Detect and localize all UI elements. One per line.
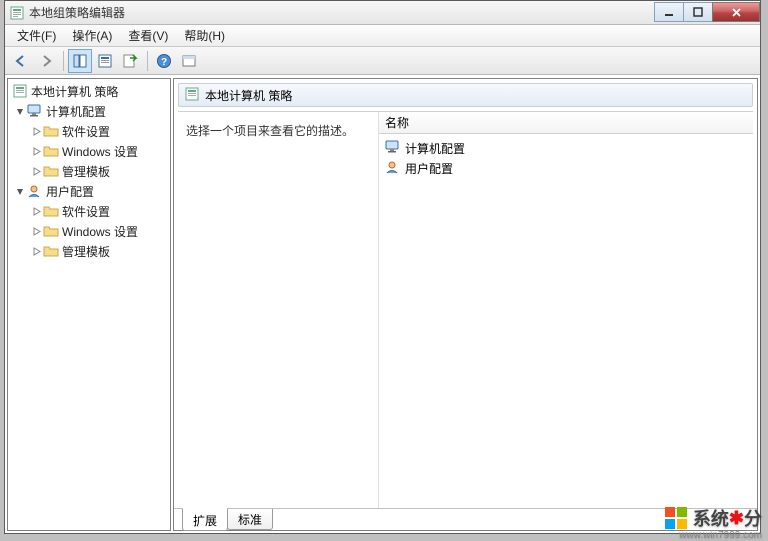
- export-button[interactable]: [118, 49, 142, 73]
- folder-icon: [43, 123, 59, 139]
- folder-icon: [43, 163, 59, 179]
- tree-label: 管理模板: [62, 243, 110, 260]
- user-icon: [385, 160, 401, 177]
- tree-user-config[interactable]: 用户配置: [8, 181, 170, 201]
- close-icon: [731, 7, 742, 18]
- toolbar: ?: [5, 47, 760, 75]
- back-arrow-icon: [13, 53, 29, 69]
- tree-label: Windows 设置: [62, 143, 138, 160]
- watermark: 系统✱分 www.win7999.com: [665, 505, 762, 531]
- help-button[interactable]: ?: [152, 49, 176, 73]
- tree-label: 用户配置: [46, 183, 94, 200]
- details-body: 选择一个项目来查看它的描述。 名称 计算机配置: [178, 111, 753, 508]
- details-panel: 本地计算机 策略 选择一个项目来查看它的描述。 名称 计算机: [173, 78, 758, 531]
- window-buttons: [655, 2, 760, 22]
- tree-computer-admin[interactable]: 管理模板: [8, 161, 170, 181]
- policy-doc-icon: [185, 87, 199, 104]
- forward-button[interactable]: [34, 49, 58, 73]
- folder-icon: [43, 203, 59, 219]
- expander-collapse-icon[interactable]: [14, 185, 26, 197]
- watermark-url: www.win7999.com: [679, 530, 762, 541]
- expander-collapse-icon[interactable]: [14, 105, 26, 117]
- forward-arrow-icon: [38, 53, 54, 69]
- close-button[interactable]: [712, 2, 760, 22]
- folder-icon: [43, 143, 59, 159]
- tab-extended[interactable]: 扩展: [182, 508, 228, 531]
- minimize-icon: [664, 7, 674, 17]
- menu-view[interactable]: 查看(V): [120, 25, 176, 46]
- list-item-label: 用户配置: [405, 160, 453, 177]
- maximize-button[interactable]: [683, 2, 713, 22]
- tree-root-label: 本地计算机 策略: [31, 83, 118, 100]
- list-item-computer[interactable]: 计算机配置: [381, 138, 751, 158]
- details-header: 本地计算机 策略: [178, 83, 753, 107]
- tree-computer-software[interactable]: 软件设置: [8, 121, 170, 141]
- content-area: 本地计算机 策略 计算机配置 软件设置: [5, 75, 760, 533]
- export-icon: [122, 53, 138, 69]
- filter-button[interactable]: [177, 49, 201, 73]
- computer-icon: [27, 103, 43, 119]
- tree-user-admin[interactable]: 管理模板: [8, 241, 170, 261]
- policy-doc-icon: [12, 83, 28, 99]
- list-items: 计算机配置 用户配置: [379, 134, 753, 182]
- folder-icon: [43, 223, 59, 239]
- watermark-dot-icon: ✱: [729, 508, 744, 529]
- properties-button[interactable]: [93, 49, 117, 73]
- column-header-label: 名称: [385, 114, 409, 131]
- tree-label: 软件设置: [62, 123, 110, 140]
- tree-root[interactable]: 本地计算机 策略: [8, 81, 170, 101]
- watermark-text-b: 分: [744, 505, 762, 531]
- filter-icon: [181, 53, 197, 69]
- user-icon: [27, 183, 43, 199]
- menu-action[interactable]: 操作(A): [64, 25, 120, 46]
- tab-standard[interactable]: 标准: [227, 509, 273, 530]
- properties-icon: [97, 53, 113, 69]
- expander-expand-icon[interactable]: [30, 125, 42, 137]
- tree-label: 管理模板: [62, 163, 110, 180]
- menu-help[interactable]: 帮助(H): [176, 25, 233, 46]
- tree-pane-icon: [72, 53, 88, 69]
- maximize-icon: [693, 7, 703, 17]
- tree-computer-config[interactable]: 计算机配置: [8, 101, 170, 121]
- expander-expand-icon[interactable]: [30, 225, 42, 237]
- toolbar-separator: [63, 51, 64, 71]
- description-text: 选择一个项目来查看它的描述。: [186, 124, 354, 138]
- folder-icon: [43, 243, 59, 259]
- menu-bar: 文件(F) 操作(A) 查看(V) 帮助(H): [5, 25, 760, 47]
- menu-file[interactable]: 文件(F): [9, 25, 64, 46]
- app-icon: [9, 5, 25, 21]
- ms-logo-icon: [665, 507, 687, 529]
- help-icon: ?: [156, 53, 172, 69]
- tree-user-windows[interactable]: Windows 设置: [8, 221, 170, 241]
- tree-label: 计算机配置: [46, 103, 106, 120]
- expander-expand-icon[interactable]: [30, 245, 42, 257]
- minimize-button[interactable]: [654, 2, 684, 22]
- gpedit-window: 本地组策略编辑器 文件(F) 操作(A) 查看(V) 帮助(H): [4, 0, 761, 534]
- tree-label: 软件设置: [62, 203, 110, 220]
- list-item-user[interactable]: 用户配置: [381, 158, 751, 178]
- toolbar-separator: [147, 51, 148, 71]
- title-bar: 本地组策略编辑器: [5, 1, 760, 25]
- details-header-title: 本地计算机 策略: [205, 87, 292, 104]
- computer-icon: [385, 140, 401, 157]
- list-item-label: 计算机配置: [405, 140, 465, 157]
- tree-panel[interactable]: 本地计算机 策略 计算机配置 软件设置: [7, 78, 171, 531]
- expander-expand-icon[interactable]: [30, 145, 42, 157]
- window-title: 本地组策略编辑器: [29, 4, 655, 21]
- tree-computer-windows[interactable]: Windows 设置: [8, 141, 170, 161]
- tree-user-software[interactable]: 软件设置: [8, 201, 170, 221]
- svg-text:?: ?: [161, 57, 167, 68]
- watermark-text-a: 系统: [693, 505, 729, 531]
- show-tree-button[interactable]: [68, 49, 92, 73]
- description-column: 选择一个项目来查看它的描述。: [178, 112, 378, 508]
- expander-expand-icon[interactable]: [30, 205, 42, 217]
- back-button[interactable]: [9, 49, 33, 73]
- column-header-name[interactable]: 名称: [379, 112, 753, 134]
- list-column: 名称 计算机配置 用户配置: [378, 112, 753, 508]
- expander-expand-icon[interactable]: [30, 165, 42, 177]
- tree-label: Windows 设置: [62, 223, 138, 240]
